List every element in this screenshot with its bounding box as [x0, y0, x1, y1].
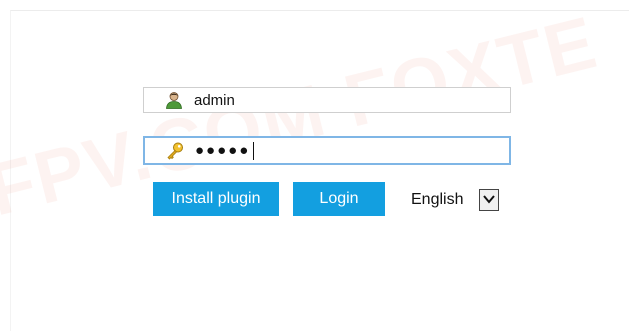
text-caret — [253, 141, 255, 160]
username-input[interactable] — [194, 90, 494, 110]
language-select-toggle[interactable] — [479, 189, 499, 211]
login-button[interactable]: Login — [293, 182, 385, 216]
login-panel — [10, 10, 629, 331]
username-field[interactable] — [143, 87, 511, 113]
key-icon — [165, 141, 185, 161]
password-input[interactable]: ●●●●● — [195, 141, 255, 160]
password-mask: ●●●●● — [195, 142, 251, 159]
language-select-value[interactable]: English — [411, 191, 463, 209]
install-plugin-button[interactable]: Install plugin — [153, 182, 279, 216]
password-field[interactable]: ●●●●● — [143, 136, 511, 165]
user-icon — [164, 90, 184, 110]
chevron-down-icon — [483, 191, 495, 209]
